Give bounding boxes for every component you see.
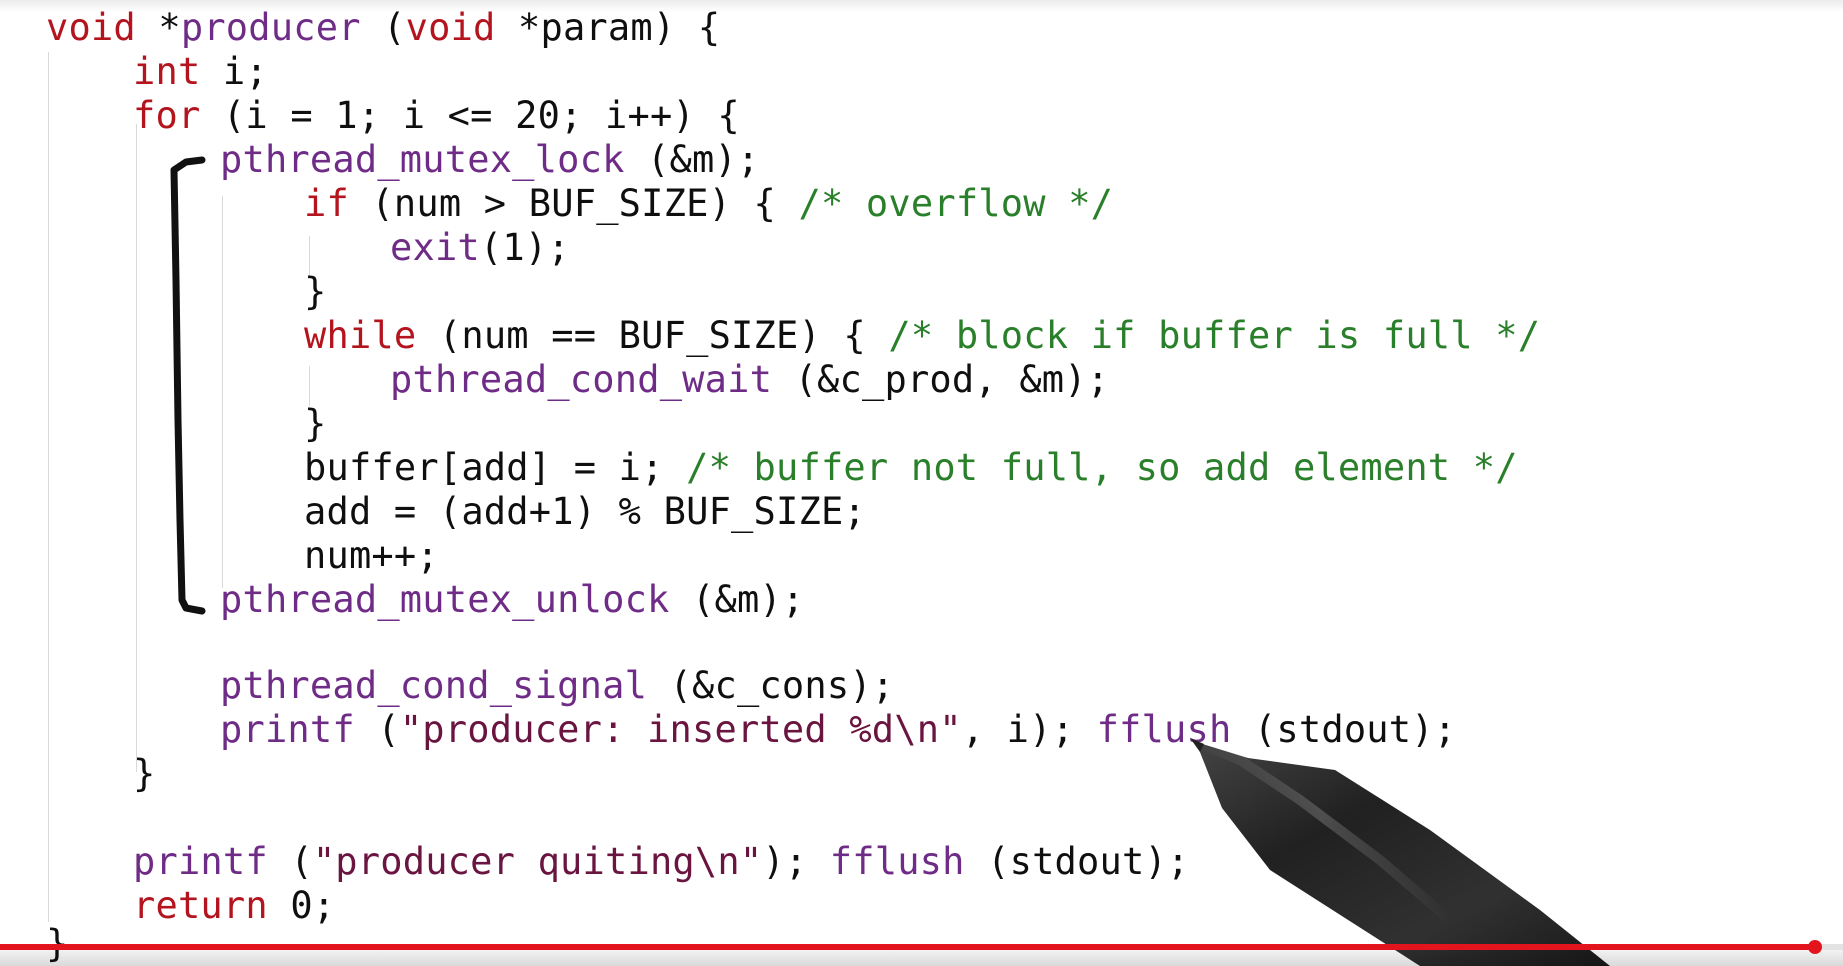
code-token: producer	[180, 6, 361, 49]
code-token: void	[46, 6, 136, 49]
code-token: (&m);	[669, 578, 805, 621]
code-line: while (num == BUF_SIZE) { /* block if bu…	[304, 314, 1540, 358]
code-line: }	[304, 270, 326, 314]
code-line: pthread_cond_signal (&c_cons);	[220, 664, 894, 708]
code-token: return	[133, 884, 268, 927]
code-token: (&c_cons);	[647, 664, 895, 707]
code-token: (num > BUF_SIZE) {	[348, 182, 799, 225]
code-token: printf	[133, 840, 268, 883]
code-line: printf ("producer: inserted %d\n", i); f…	[220, 708, 1456, 752]
code-token: }	[304, 402, 327, 445]
code-line: pthread_cond_wait (&c_prod, &m);	[390, 358, 1109, 402]
code-token: (&m);	[624, 138, 760, 181]
code-token: }	[133, 752, 156, 795]
code-token: (	[267, 840, 313, 883]
code-token: exit	[390, 226, 480, 269]
code-token: *	[135, 6, 181, 49]
code-line: return 0;	[133, 884, 335, 928]
code-token: pthread_cond_signal	[220, 664, 648, 707]
code-token: (stdout);	[964, 840, 1190, 883]
code-token: if	[304, 182, 349, 225]
code-token: 0;	[267, 884, 336, 927]
code-token: (stdout);	[1231, 708, 1457, 751]
code-token: (&c_prod, &m);	[772, 358, 1110, 401]
code-token: void	[405, 6, 496, 49]
code-token: pthread_mutex_unlock	[220, 578, 670, 621]
code-line: add = (add+1) % BUF_SIZE;	[304, 490, 866, 534]
code-token: /* block if buffer is full */	[888, 314, 1541, 357]
code-token: );	[762, 840, 830, 883]
code-line: int i;	[133, 50, 268, 94]
code-token: (num == BUF_SIZE) {	[416, 314, 889, 357]
code-token: *param) {	[495, 6, 721, 49]
code-listing: void *producer (void *param) {int i; for …	[0, 0, 1843, 966]
code-line: }	[304, 402, 326, 446]
code-token: while	[304, 314, 417, 357]
code-token: fflush	[1096, 708, 1232, 751]
code-line: num++;	[304, 534, 439, 578]
code-token: (	[354, 708, 400, 751]
code-token: /* buffer not full, so add element */	[686, 446, 1518, 489]
code-token: /* overflow */	[798, 182, 1114, 225]
code-line: pthread_mutex_lock (&m);	[220, 138, 759, 182]
code-line: }	[133, 752, 155, 796]
code-line: pthread_mutex_unlock (&m);	[220, 578, 804, 622]
code-token: for	[133, 94, 201, 137]
code-token: "producer quiting\n"	[312, 840, 763, 883]
code-token: num++;	[304, 534, 439, 577]
code-line: exit(1);	[390, 226, 570, 270]
code-token: i;	[200, 50, 268, 93]
code-line: void *producer (void *param) {	[46, 6, 720, 50]
code-token: add = (add+1) % BUF_SIZE;	[304, 490, 866, 533]
code-line: printf ("producer quiting\n"); fflush (s…	[133, 840, 1189, 884]
code-token: }	[304, 270, 327, 313]
code-token: int	[133, 50, 201, 93]
code-token: , i);	[961, 708, 1097, 751]
code-token: buffer[add] = i;	[304, 446, 687, 489]
code-token: pthread_mutex_lock	[220, 138, 625, 181]
video-frame[interactable]: void *producer (void *param) {int i; for …	[0, 0, 1843, 966]
code-token: fflush	[829, 840, 965, 883]
code-line: for (i = 1; i <= 20; i++) {	[133, 94, 740, 138]
code-token: "producer: inserted %d\n"	[399, 708, 962, 751]
video-progress-bar[interactable]	[0, 944, 1816, 950]
code-token: (1);	[479, 226, 570, 269]
code-line: if (num > BUF_SIZE) { /* overflow */	[304, 182, 1113, 226]
code-token: (	[360, 6, 406, 49]
code-token: (i = 1; i <= 20; i++) {	[200, 94, 740, 137]
player-controls-band	[0, 950, 1843, 966]
code-token: printf	[220, 708, 355, 751]
code-line: buffer[add] = i; /* buffer not full, so …	[304, 446, 1518, 490]
code-token: pthread_cond_wait	[390, 358, 773, 401]
